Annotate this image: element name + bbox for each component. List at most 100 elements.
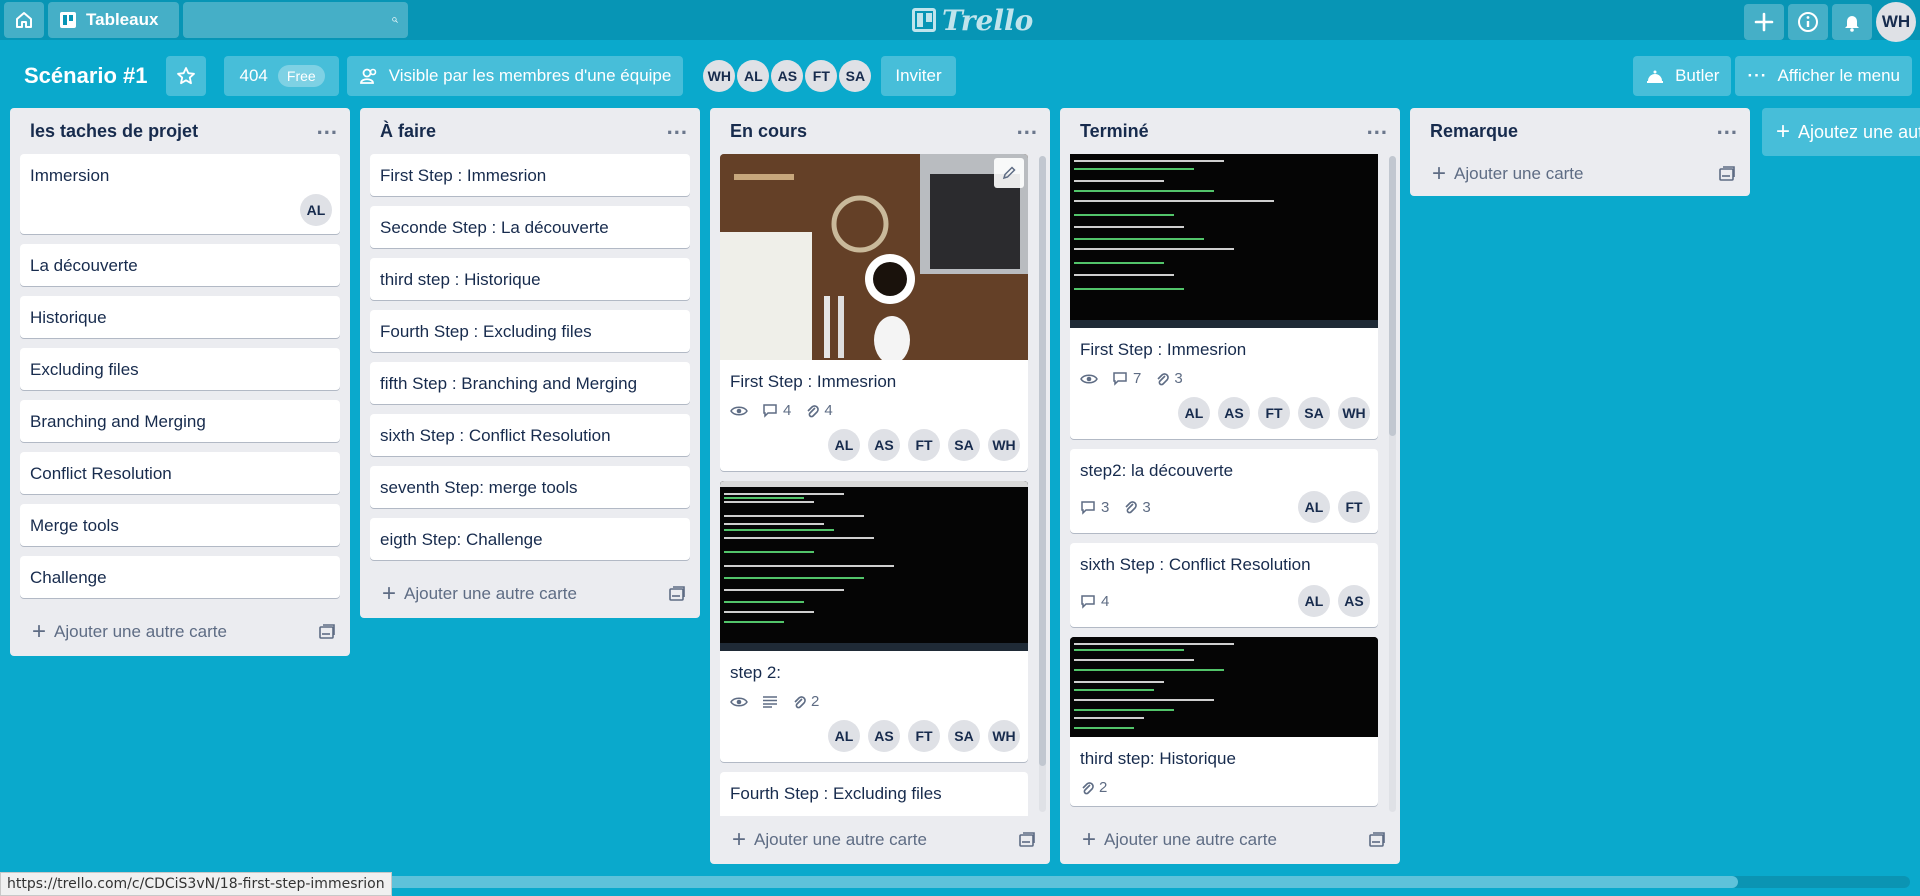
card-template-icon[interactable] <box>1368 831 1386 849</box>
card-member-avatar[interactable]: SA <box>1298 397 1330 429</box>
list-title[interactable]: À faire <box>380 121 436 142</box>
list-menu-icon[interactable]: ... <box>1367 116 1388 138</box>
card-member-avatar[interactable]: SA <box>948 720 980 752</box>
board-title[interactable]: Scénario #1 <box>14 63 158 89</box>
card-title: First Step : Immesrion <box>730 372 897 391</box>
card[interactable]: sixth Step : Conflict Resolution 4 AL AS <box>1070 543 1378 627</box>
card[interactable]: third step : Historique <box>370 258 690 300</box>
list-title[interactable]: Terminé <box>1080 121 1149 142</box>
card[interactable]: Excluding files <box>20 348 340 390</box>
member-avatar[interactable]: SA <box>839 60 872 92</box>
search-input[interactable] <box>183 11 392 29</box>
card-member-avatar[interactable]: WH <box>1338 397 1370 429</box>
card-member-avatar[interactable]: FT <box>908 429 940 461</box>
card[interactable]: step 2: 2 AL AS FT SA WH <box>720 481 1028 762</box>
card[interactable]: Seconde Step : La découverte <box>370 206 690 248</box>
trello-logo[interactable]: Trello <box>912 4 1033 37</box>
notifications-button[interactable] <box>1832 4 1872 40</box>
comments-badge: 3 <box>1080 499 1109 516</box>
card-member-avatar[interactable]: AL <box>1178 397 1210 429</box>
list-menu-icon[interactable]: ... <box>1017 116 1038 138</box>
card-member-avatar[interactable]: AL <box>300 194 332 226</box>
team-button[interactable]: 404 Free <box>223 56 339 96</box>
list-menu-icon[interactable]: ... <box>1717 116 1738 138</box>
card[interactable]: third step: Historique 2 <box>1070 637 1378 806</box>
list-header[interactable]: Terminé ... <box>1060 108 1400 154</box>
card-member-avatar[interactable]: AL <box>1298 585 1330 617</box>
boards-button[interactable]: Tableaux <box>48 2 179 38</box>
card-template-icon[interactable] <box>668 585 686 603</box>
add-list-button[interactable]: + Ajoutez une autre liste <box>1762 108 1920 156</box>
card-member-avatar[interactable]: FT <box>908 720 940 752</box>
search-box[interactable] <box>183 2 408 38</box>
list-header[interactable]: les taches de projet ... <box>10 108 350 154</box>
card[interactable]: Challenge <box>20 556 340 598</box>
card[interactable]: Fourth Step : Excluding files <box>370 310 690 352</box>
card-member-avatar[interactable]: FT <box>1258 397 1290 429</box>
edit-card-button[interactable] <box>994 158 1024 188</box>
card[interactable]: eigth Step: Challenge <box>370 518 690 560</box>
show-menu-button[interactable]: ··· Afficher le menu <box>1735 56 1912 96</box>
card-member-avatar[interactable]: AL <box>828 720 860 752</box>
add-card-button[interactable]: + Ajouter une autre carte <box>1060 816 1400 864</box>
card[interactable]: Immersion AL <box>20 154 340 234</box>
add-card-button[interactable]: + Ajouter une autre carte <box>360 570 700 618</box>
list-scrollbar[interactable] <box>1389 156 1396 436</box>
list-menu-icon[interactable]: ... <box>667 116 688 138</box>
search-icon[interactable] <box>392 10 398 30</box>
add-card-button[interactable]: + Ajouter une autre carte <box>10 608 350 656</box>
list-header[interactable]: En cours ... <box>710 108 1050 154</box>
card-member-avatar[interactable]: AL <box>828 429 860 461</box>
list-header[interactable]: À faire ... <box>360 108 700 154</box>
card[interactable]: fifth Step : Branching and Merging <box>370 362 690 404</box>
card-member-avatar[interactable]: WH <box>988 720 1020 752</box>
card[interactable]: seventh Step: merge tools <box>370 466 690 508</box>
invite-button[interactable]: Inviter <box>881 56 956 96</box>
card[interactable]: First Step : Immesrion <box>370 154 690 196</box>
card[interactable]: First Step : Immesrion 7 3 AL AS FT SA W… <box>1070 154 1378 439</box>
card[interactable]: sixth Step : Conflict Resolution <box>370 414 690 456</box>
card-member-avatar[interactable]: AS <box>868 429 900 461</box>
add-card-button[interactable]: + Ajouter une autre carte <box>710 816 1050 864</box>
card-member-avatar[interactable]: AS <box>1338 585 1370 617</box>
list-scrollbar[interactable] <box>1039 156 1046 766</box>
list-title[interactable]: En cours <box>730 121 807 142</box>
member-avatar[interactable]: WH <box>703 60 736 92</box>
card-member-avatar[interactable]: WH <box>988 429 1020 461</box>
attachments-badge: 3 <box>1123 499 1151 516</box>
card[interactable]: Merge tools <box>20 504 340 546</box>
create-button[interactable] <box>1744 4 1784 40</box>
list-title[interactable]: les taches de projet <box>30 121 198 142</box>
add-card-button[interactable]: + Ajouter une carte <box>1410 152 1750 196</box>
visibility-button[interactable]: Visible par les membres d'une équipe <box>346 56 684 96</box>
butler-button[interactable]: Butler <box>1633 56 1732 96</box>
list-menu-icon[interactable]: ... <box>317 116 338 138</box>
home-icon <box>16 12 32 28</box>
card-member-avatar[interactable]: AL <box>1298 491 1330 523</box>
card-member-avatar[interactable]: AS <box>1218 397 1250 429</box>
card-member-avatar[interactable]: FT <box>1338 491 1370 523</box>
card-member-avatar[interactable]: AS <box>868 720 900 752</box>
add-list-label: Ajoutez une autre liste <box>1798 121 1920 142</box>
info-button[interactable] <box>1788 4 1828 40</box>
member-avatar[interactable]: FT <box>805 60 838 92</box>
card[interactable]: Branching and Merging <box>20 400 340 442</box>
card[interactable]: Fourth Step : Excluding files <box>720 772 1028 816</box>
list-title[interactable]: Remarque <box>1430 121 1518 142</box>
member-avatar[interactable]: AL <box>737 60 770 92</box>
card[interactable]: step2: la découverte 3 3 AL FT <box>1070 449 1378 533</box>
board-header: Scénario #1 404 Free Visible par les mem… <box>0 52 1920 100</box>
card-member-avatar[interactable]: SA <box>948 429 980 461</box>
card-template-icon[interactable] <box>1718 165 1736 183</box>
card[interactable]: Conflict Resolution <box>20 452 340 494</box>
home-button[interactable] <box>4 2 44 38</box>
card[interactable]: Historique <box>20 296 340 338</box>
card-template-icon[interactable] <box>1018 831 1036 849</box>
list-header[interactable]: Remarque ... <box>1410 108 1750 154</box>
user-avatar[interactable]: WH <box>1876 2 1916 42</box>
star-button[interactable] <box>165 56 206 96</box>
card-template-icon[interactable] <box>318 623 336 641</box>
member-avatar[interactable]: AS <box>771 60 804 92</box>
card[interactable]: La découverte <box>20 244 340 286</box>
card[interactable]: First Step : Immesrion 4 4 AL AS FT SA W… <box>720 154 1028 471</box>
